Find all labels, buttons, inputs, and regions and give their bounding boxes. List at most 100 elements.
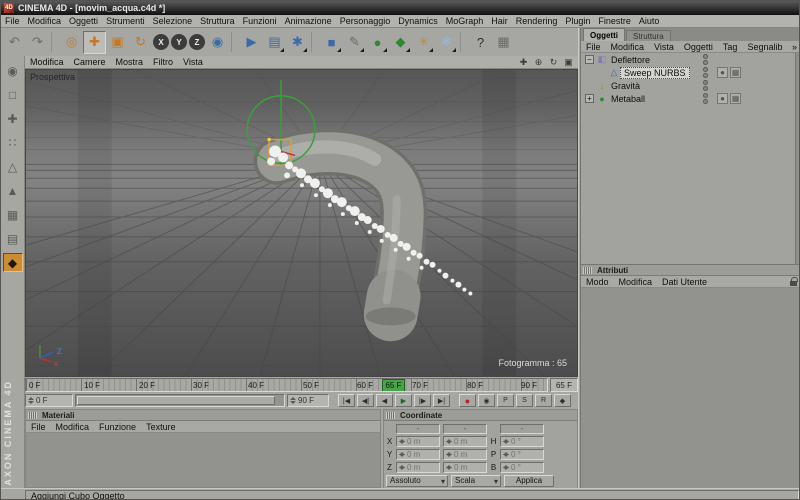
range-end-field[interactable]: 90 F bbox=[287, 394, 329, 407]
menu-dynamics[interactable]: Dynamics bbox=[394, 16, 442, 26]
object-label[interactable]: Gravità bbox=[608, 81, 643, 91]
perspective-viewport[interactable]: x Z Prospettiva Fotogramma : 65 bbox=[25, 69, 578, 377]
objects-menu-modifica[interactable]: Modifica bbox=[606, 42, 650, 52]
tree-row-metaball[interactable]: + ● Metaball ● ▦ bbox=[581, 92, 799, 105]
object-axis-mode-icon[interactable]: ✚ bbox=[3, 109, 23, 128]
previous-key-button[interactable]: ◀| bbox=[357, 394, 374, 407]
add-spline-icon[interactable]: ✎ bbox=[343, 31, 366, 54]
help-icon[interactable]: ? bbox=[469, 31, 492, 54]
current-frame-marker[interactable]: 65 F bbox=[382, 379, 405, 391]
materials-list-area[interactable] bbox=[26, 433, 380, 487]
render-visibility-dot[interactable] bbox=[703, 99, 708, 104]
goto-start-button[interactable]: |◀ bbox=[338, 394, 355, 407]
tree-row-gravita[interactable]: ↓ Gravità bbox=[581, 79, 799, 92]
position-z-field[interactable]: 0 m bbox=[396, 462, 440, 473]
objects-menu-vista[interactable]: Vista bbox=[649, 42, 679, 52]
redo-icon[interactable]: ↷ bbox=[26, 31, 49, 54]
rotation-column-dropdown[interactable]: - bbox=[500, 423, 544, 434]
make-editable-icon[interactable]: ◉ bbox=[3, 61, 23, 80]
viewport-menu-filtro[interactable]: Filtro bbox=[148, 57, 178, 67]
menu-mograph[interactable]: MoGraph bbox=[442, 16, 488, 26]
render-visibility-dot[interactable] bbox=[703, 86, 708, 91]
record-keyframe-button[interactable]: ● bbox=[459, 394, 476, 407]
record-rotation-button[interactable]: R bbox=[535, 394, 552, 407]
points-mode-icon[interactable]: ∷ bbox=[3, 133, 23, 152]
materials-menu-texture[interactable]: Texture bbox=[141, 422, 181, 432]
size-column-dropdown[interactable]: - bbox=[443, 423, 487, 434]
lock-icon[interactable] bbox=[790, 276, 798, 286]
edges-mode-icon[interactable]: △ bbox=[3, 157, 23, 176]
add-nurbs-icon[interactable]: ● bbox=[366, 31, 389, 54]
editor-visibility-dot[interactable] bbox=[703, 93, 708, 98]
editor-visibility-dot[interactable] bbox=[703, 54, 708, 59]
phong-tag-icon[interactable]: ● bbox=[717, 93, 728, 104]
add-cube-icon[interactable]: ■ bbox=[320, 31, 343, 54]
viewport-rotate-icon[interactable]: ↻ bbox=[547, 57, 560, 68]
editor-visibility-dot[interactable] bbox=[703, 80, 708, 85]
coordinates-panel-header[interactable]: Coordinate bbox=[384, 410, 577, 421]
menu-funzioni[interactable]: Funzioni bbox=[239, 16, 281, 26]
position-y-field[interactable]: 0 m bbox=[396, 449, 440, 460]
next-key-button[interactable]: |▶ bbox=[414, 394, 431, 407]
viewport-menu-camere[interactable]: Camere bbox=[69, 57, 111, 67]
size-z-field[interactable]: 0 m bbox=[443, 462, 487, 473]
apply-button[interactable]: Applica bbox=[504, 474, 554, 487]
menu-aiuto[interactable]: Aiuto bbox=[635, 16, 664, 26]
expand-toggle-icon[interactable]: + bbox=[585, 94, 594, 103]
position-x-field[interactable]: 0 m bbox=[396, 436, 440, 447]
viewport-canvas[interactable]: x Z bbox=[26, 70, 577, 376]
tab-oggetti[interactable]: Oggetti bbox=[583, 28, 625, 41]
polygons-mode-icon[interactable]: ▲ bbox=[3, 181, 23, 200]
lock-x-axis-icon[interactable]: X bbox=[153, 34, 169, 50]
materials-panel-header[interactable]: Materiali bbox=[26, 410, 380, 421]
object-label[interactable]: Metaball bbox=[608, 94, 648, 104]
render-visibility-dot[interactable] bbox=[703, 60, 708, 65]
tree-row-sweep-nurbs[interactable]: △ Sweep NURBS ● ▦ bbox=[581, 66, 799, 79]
menu-selezione[interactable]: Selezione bbox=[149, 16, 197, 26]
menu-modifica[interactable]: Modifica bbox=[24, 16, 66, 26]
objects-menu-file[interactable]: File bbox=[581, 42, 606, 52]
collapse-toggle-icon[interactable]: − bbox=[585, 55, 594, 64]
object-tree-scrollbar[interactable] bbox=[795, 53, 799, 264]
rotation-b-field[interactable]: 0 ° bbox=[500, 462, 544, 473]
render-visibility-dot[interactable] bbox=[703, 73, 708, 78]
size-y-field[interactable]: 0 m bbox=[443, 449, 487, 460]
menu-file[interactable]: File bbox=[1, 16, 24, 26]
menu-personaggio[interactable]: Personaggio bbox=[336, 16, 395, 26]
texture-tag-icon[interactable]: ▦ bbox=[730, 93, 741, 104]
texture-axis-mode-icon[interactable]: ▤ bbox=[3, 229, 23, 248]
undo-icon[interactable]: ↶ bbox=[3, 31, 26, 54]
object-label[interactable]: Deflettore bbox=[608, 55, 653, 65]
goto-end-button[interactable]: ▶| bbox=[433, 394, 450, 407]
add-particle-icon[interactable]: ❄ bbox=[435, 31, 458, 54]
range-slider-handle[interactable] bbox=[77, 396, 275, 405]
menu-finestre[interactable]: Finestre bbox=[594, 16, 635, 26]
materials-menu-modifica[interactable]: Modifica bbox=[51, 422, 95, 432]
viewport-menu-vista[interactable]: Vista bbox=[178, 57, 208, 67]
model-mode-icon[interactable]: □ bbox=[3, 85, 23, 104]
range-start-field[interactable]: 0 F bbox=[25, 394, 73, 407]
viewport-menu-modifica[interactable]: Modifica bbox=[25, 57, 69, 67]
timeline-ruler[interactable]: 0 F 10 F 20 F 30 F 40 F 50 F 60 F 70 F 8… bbox=[25, 378, 548, 392]
scale-tool-icon[interactable]: ▣ bbox=[106, 31, 129, 54]
rotation-p-field[interactable]: 0 ° bbox=[500, 449, 544, 460]
panel-overflow-icon[interactable]: » bbox=[792, 42, 797, 52]
record-position-button[interactable]: P bbox=[497, 394, 514, 407]
lock-z-axis-icon[interactable]: Z bbox=[189, 34, 205, 50]
menu-rendering[interactable]: Rendering bbox=[512, 16, 562, 26]
title-bar[interactable]: 4D CINEMA 4D - [movim_acqua.c4d *] bbox=[1, 1, 799, 15]
attributes-panel-header[interactable]: Attributi bbox=[581, 265, 799, 276]
size-x-field[interactable]: 0 m bbox=[443, 436, 487, 447]
menu-strumenti[interactable]: Strumenti bbox=[102, 16, 149, 26]
viewport-menu-mostra[interactable]: Mostra bbox=[111, 57, 149, 67]
coordinate-reference-dropdown[interactable]: Scala bbox=[451, 474, 501, 487]
render-picture-viewer-icon[interactable]: ▤ bbox=[263, 31, 286, 54]
editor-visibility-dot[interactable] bbox=[703, 67, 708, 72]
menu-struttura[interactable]: Struttura bbox=[196, 16, 239, 26]
viewport-toggle-icon[interactable]: ▣ bbox=[562, 57, 575, 68]
autokey-button[interactable]: ◉ bbox=[478, 394, 495, 407]
lock-y-axis-icon[interactable]: Y bbox=[171, 34, 187, 50]
menu-plugin[interactable]: Plugin bbox=[561, 16, 594, 26]
rotation-h-field[interactable]: 0 ° bbox=[500, 436, 544, 447]
render-view-icon[interactable]: ▶ bbox=[240, 31, 263, 54]
